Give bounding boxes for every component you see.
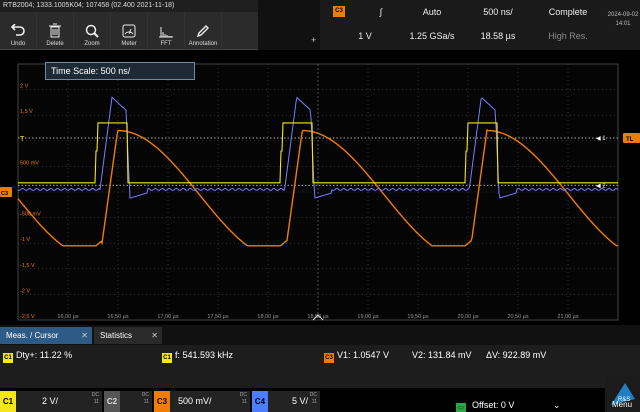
clock: 2024-09-02 14:01 (606, 0, 640, 50)
zoom-icon (85, 24, 99, 38)
x-tick-label: 16,50 µs (107, 314, 128, 320)
undo-button[interactable]: Undo (0, 12, 37, 50)
fft-button[interactable]: FFT (148, 12, 185, 50)
y-tick-label: -1 V (20, 237, 30, 243)
menu-button[interactable]: R&S Menu (605, 375, 640, 412)
c1-coupling: DC 11 (91, 392, 99, 405)
annotation-label: Annotation (188, 41, 218, 47)
trigger-source-badge[interactable]: C3 (333, 6, 345, 17)
x-tick-label: 16,00 µs (57, 314, 78, 320)
waveform-canvas[interactable]: 2 V1,5 V500 mV-500 mV-1 V-1,5 V-2 V-2,5 … (0, 50, 640, 325)
menu-label: Menu (612, 400, 633, 409)
channel-c3[interactable]: C3 500 mV/ DC 11 (154, 391, 250, 412)
close-icon[interactable]: ✕ (151, 327, 158, 344)
trigger-position-marker: T (20, 136, 25, 143)
clock-time: 14:01 (615, 21, 631, 27)
record-length[interactable]: 18.58 µs (468, 26, 528, 46)
tab-bar: Meas. / Cursor ✕ Statistics ✕ (0, 325, 640, 345)
x-tick-label: 20,00 µs (457, 314, 478, 320)
trigger-level[interactable]: 1 V (330, 26, 400, 46)
c3-coupling: DC 11 (239, 392, 247, 405)
tab-meas-cursor[interactable]: Meas. / Cursor ✕ (0, 327, 92, 344)
trigger-level-text: TL (626, 137, 634, 143)
c2-label: C2 (104, 391, 120, 412)
x-tick-label: 17,50 µs (207, 314, 228, 320)
channel-c4[interactable]: C4 5 V/ DC 11 (252, 391, 320, 412)
fft-label: FFT (160, 41, 172, 47)
acquisition-mode[interactable]: High Res. (534, 26, 602, 46)
acquisition-header: C3 + ∫ Auto 500 ns/ Complete 1 V 1.25 GS… (311, 0, 606, 50)
close-icon[interactable]: ✕ (81, 327, 88, 344)
x-tick-label: 17,00 µs (157, 314, 178, 320)
meter-label: Meter (121, 41, 137, 47)
time-scale-label: Time Scale: 500 ns/ (45, 62, 195, 80)
sample-rate[interactable]: 1.25 GSa/s (404, 26, 460, 46)
zoom-label: Zoom (84, 41, 100, 47)
y-tick-label: -2,5 V (20, 314, 35, 320)
channel-c1[interactable]: C1 2 V/ DC 11 (0, 391, 102, 412)
y-tick-label: -2 V (20, 288, 30, 294)
cursor-v1[interactable]: C3 V1: 1.0547 V (324, 350, 389, 363)
trigger-mode[interactable]: Auto (404, 2, 460, 22)
tab-stats-label: Statistics (100, 331, 133, 340)
meter-button[interactable]: Meter (111, 12, 148, 50)
c1-label: C1 (0, 391, 16, 412)
y-tick-label: 1,5 V (20, 109, 33, 115)
x-tick-label: 21,00 µs (557, 314, 578, 320)
cursor-1-label: ◀ 1 (596, 136, 606, 142)
offset-indicator: ▭ (456, 403, 466, 412)
tab-meas-label: Meas. / Cursor (6, 331, 59, 340)
x-tick-label: 20,50 µs (507, 314, 528, 320)
channel-c2[interactable]: C2 DC 11 (104, 391, 152, 412)
delete-button[interactable]: Delete (37, 12, 74, 50)
undo-icon (11, 24, 25, 36)
trigger-slope-icon[interactable]: ∫ (366, 2, 396, 22)
freq-measurement[interactable]: C1 f: 541.593 kHz (162, 350, 233, 363)
duty-measurement[interactable]: C1 Dty+: 11.22 % (3, 350, 72, 363)
offset-value: Offset: 0 V (472, 400, 515, 410)
c3-offset-text: C3 (1, 191, 8, 197)
chevron-down-icon[interactable]: ⌄ (553, 400, 561, 410)
v1-value: V1: 1.0547 V (337, 350, 390, 360)
x-tick-label: 18,00 µs (257, 314, 278, 320)
fft-icon (159, 27, 173, 38)
x-tick-label: 19,50 µs (407, 314, 428, 320)
offset-control[interactable]: ▭ Offset: 0 V ⌄ (456, 400, 560, 412)
duty-value: Dty+: 11.22 % (16, 350, 73, 360)
c3-badge: C3 (324, 353, 334, 363)
clock-date: 2024-09-02 (607, 12, 639, 18)
acquisition-state[interactable]: Complete (534, 2, 602, 22)
y-tick-label: -1,5 V (20, 263, 35, 269)
annotation-button[interactable]: Annotation (185, 12, 222, 50)
c1-scale: 2 V/ (42, 396, 59, 406)
c4-coupling: DC 11 (309, 392, 317, 405)
x-tick-label: 19,00 µs (357, 314, 378, 320)
trash-icon (49, 23, 61, 38)
measurement-panel: C1 Dty+: 11.22 % C1 f: 541.593 kHz C3 V1: 1… (0, 345, 640, 388)
c1-badge: C1 (162, 353, 172, 363)
meter-icon (122, 24, 136, 38)
y-tick-label: 2 V (20, 84, 29, 90)
tab-statistics[interactable]: Statistics ✕ (94, 327, 162, 344)
pen-icon (196, 25, 209, 38)
c3-scale: 500 mV/ (178, 396, 212, 406)
undo-label: Undo (10, 41, 26, 47)
add-button[interactable]: + (311, 35, 316, 45)
c2-coupling: DC 11 (141, 392, 149, 405)
y-tick-label: 500 mV (20, 160, 39, 166)
cursor-v2[interactable]: V2: 131.84 mV (412, 350, 472, 360)
c4-scale: 5 V/ (292, 396, 309, 406)
c4-label: C4 (252, 391, 268, 412)
cursor-delta-v[interactable]: ΔV: 922.89 mV (486, 350, 546, 360)
delete-label: Delete (46, 41, 64, 47)
c3-label: C3 (154, 391, 170, 412)
zoom-button[interactable]: Zoom (74, 12, 111, 50)
c1-badge: C1 (3, 353, 13, 363)
waveform-display[interactable]: 2 V 1,5 V 500 mV -500 mV -1 V -1,5 V -2 V -2,5 … (0, 50, 640, 325)
freq-value: f: 541.593 kHz (175, 350, 234, 360)
toolbar: Undo Delete Zoom Meter FFT Annotation (0, 12, 258, 50)
time-per-div[interactable]: 500 ns/ (468, 2, 528, 22)
